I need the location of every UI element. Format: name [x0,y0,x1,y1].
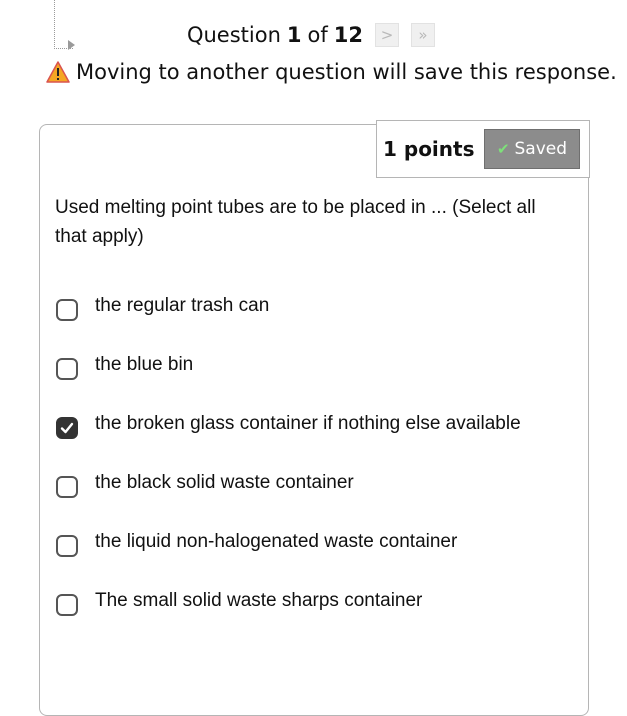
of-word: of [307,23,328,47]
question-header: Question 1 of 12 > » [0,20,627,50]
checkmark-icon [60,422,74,433]
option-label: the liquid non-halogenated waste contain… [95,530,458,552]
question-word: Question [186,23,281,47]
option-label: The small solid waste sharps container [95,589,423,611]
checkbox[interactable] [56,593,78,616]
checkbox[interactable] [56,298,78,321]
warning-text: Moving to another question will save thi… [76,60,617,84]
last-question-button[interactable]: » [411,23,436,47]
option-5[interactable]: the liquid non-halogenated waste contain… [56,516,521,575]
save-warning: Moving to another question will save thi… [46,58,617,86]
saved-status-text: Saved [514,139,568,159]
question-text: Used melting point tubes are to be place… [55,197,536,247]
option-label: the regular trash can [95,294,270,316]
option-2[interactable]: the blue bin [56,339,521,398]
option-label: the black solid waste container [95,471,354,493]
option-1[interactable]: the regular trash can [56,280,521,339]
next-question-button[interactable]: > [375,23,400,47]
check-icon: ✔ [496,140,510,158]
current-question-number: 1 [286,23,302,47]
warning-triangle-icon [46,61,70,83]
double-chevron-right-icon: » [418,26,428,44]
option-4[interactable]: the black solid waste container [56,457,521,516]
checkbox[interactable] [56,534,78,557]
answer-options: the regular trash can the blue bin the b… [56,280,521,634]
saved-status-badge: ✔ Saved [484,129,580,169]
option-3[interactable]: the broken glass container if nothing el… [56,398,521,457]
total-questions: 12 [333,23,364,47]
chevron-right-icon: > [380,26,394,44]
checkbox[interactable] [56,416,78,439]
points-box: 1 points ✔ Saved [376,120,590,178]
option-6[interactable]: The small solid waste sharps container [56,575,521,634]
option-label: the broken glass container if nothing el… [95,412,521,434]
checkbox[interactable] [56,357,78,380]
option-label: the blue bin [95,353,194,375]
points-label: 1 points [383,137,475,161]
checkbox[interactable] [56,475,78,498]
